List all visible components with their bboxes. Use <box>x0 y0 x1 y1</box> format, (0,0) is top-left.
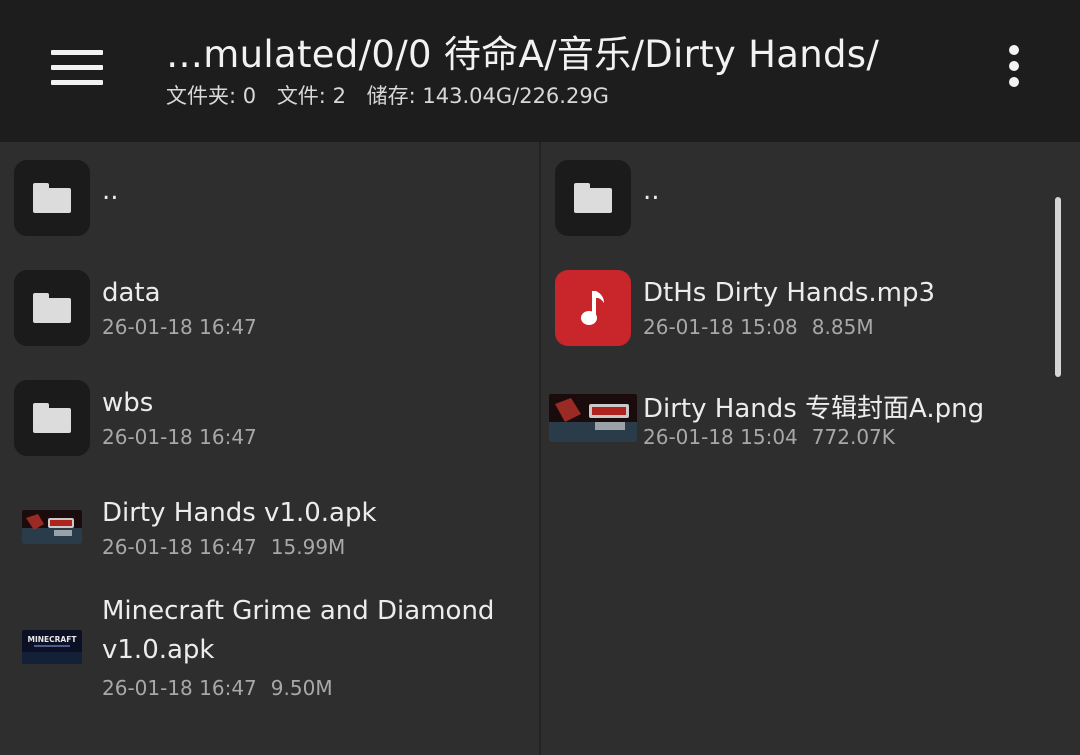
item-date: 26-01-18 16:47 <box>102 425 257 449</box>
more-options-icon[interactable] <box>996 38 1032 94</box>
storage-usage: 储存: 143.04G/226.29G <box>366 84 609 108</box>
list-item-file[interactable]: DtHs Dirty Hands.mp3 26-01-18 15:08 8.85M <box>541 270 1080 370</box>
music-note-icon <box>555 270 631 346</box>
menu-icon[interactable] <box>40 30 114 104</box>
left-file-pane[interactable]: .. data 26-01-18 16:47 wbs 26-01-18 16:4… <box>0 142 539 755</box>
item-meta: 26-01-18 16:47 9.50M <box>102 676 333 700</box>
scrollbar[interactable] <box>1055 197 1061 377</box>
path-stats: 文件夹: 0 文件: 2 储存: 143.04G/226.29G <box>166 80 623 110</box>
right-file-pane[interactable]: .. DtHs Dirty Hands.mp3 26-01-18 15:08 8.… <box>541 142 1080 755</box>
folder-icon <box>555 160 631 236</box>
item-name: data <box>102 278 161 308</box>
item-size: 772.07K <box>811 425 895 449</box>
item-date: 26-01-18 16:47 <box>102 535 257 559</box>
list-item-parent-dir[interactable]: .. <box>0 160 539 260</box>
item-date: 26-01-18 15:04 <box>643 425 798 449</box>
item-name-line1: Minecraft Grime and Diamond <box>102 596 495 626</box>
item-date: 26-01-18 16:47 <box>102 315 257 339</box>
item-name: DtHs Dirty Hands.mp3 <box>643 278 936 308</box>
app-bar: …mulated/0/0 待命A/音乐/Dirty Hands/ 文件夹: 0 … <box>0 0 1080 142</box>
item-size: 9.50M <box>270 676 333 700</box>
item-meta: 26-01-18 15:04 772.07K <box>643 425 895 449</box>
item-name: Dirty Hands v1.0.apk <box>102 498 377 528</box>
list-item-folder[interactable]: data 26-01-18 16:47 <box>0 270 539 370</box>
item-date: 26-01-18 16:47 <box>102 676 257 700</box>
item-name-line2: v1.0.apk <box>102 635 215 665</box>
item-size: 15.99M <box>270 535 346 559</box>
folder-icon <box>14 380 90 456</box>
list-item-parent-dir[interactable]: .. <box>541 160 1080 260</box>
item-date: 26-01-18 15:08 <box>643 315 798 339</box>
image-thumbnail <box>549 394 637 442</box>
current-path[interactable]: …mulated/0/0 待命A/音乐/Dirty Hands/ <box>166 24 966 78</box>
list-item-file[interactable]: MINECRAFT Minecraft Grime and Diamond v1… <box>0 596 539 746</box>
thumbnail-text: MINECRAFT <box>28 635 78 644</box>
apk-thumbnail <box>22 510 82 544</box>
folder-icon <box>14 160 90 236</box>
list-item-file[interactable]: Dirty Hands v1.0.apk 26-01-18 16:47 15.99… <box>0 490 539 590</box>
item-name: .. <box>643 176 660 206</box>
item-meta: 26-01-18 16:47 15.99M <box>102 535 345 559</box>
folder-icon <box>14 270 90 346</box>
apk-thumbnail: MINECRAFT <box>22 630 82 664</box>
list-item-file[interactable]: Dirty Hands 专辑封面A.png 26-01-18 15:04 772.… <box>541 380 1080 480</box>
item-size: 8.85M <box>811 315 874 339</box>
item-name: Dirty Hands 专辑封面A.png <box>643 394 985 424</box>
item-name: .. <box>102 176 119 206</box>
folder-count: 文件夹: 0 <box>166 84 257 108</box>
list-item-folder[interactable]: wbs 26-01-18 16:47 <box>0 380 539 480</box>
item-meta: 26-01-18 15:08 8.85M <box>643 315 874 339</box>
item-name: wbs <box>102 388 154 418</box>
file-count: 文件: 2 <box>276 84 346 108</box>
